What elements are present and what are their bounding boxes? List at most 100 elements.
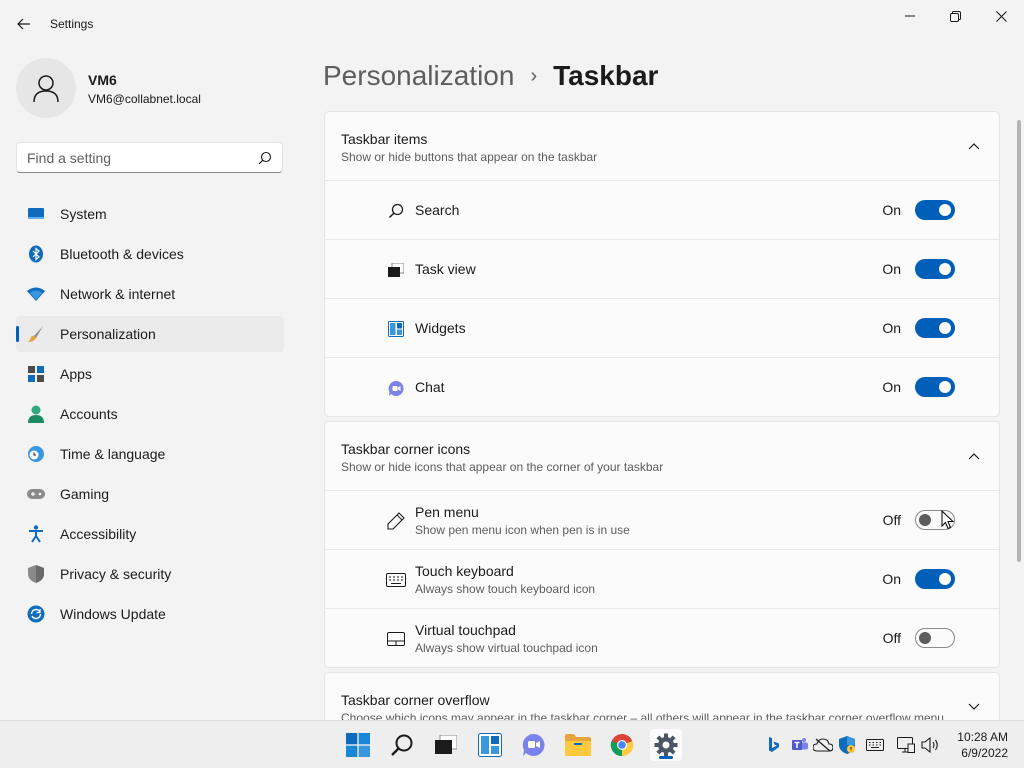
section-subtitle: Show or hide buttons that appear on the … — [341, 150, 598, 164]
user-icon — [33, 75, 59, 103]
corner-overflow-section: Taskbar corner overflow Choose which ico… — [324, 672, 1000, 720]
scrollbar[interactable] — [1017, 120, 1021, 562]
setting-description: Show pen menu icon when pen is in use — [415, 522, 630, 537]
toggle-state: On — [882, 202, 901, 218]
gaming-icon — [27, 485, 45, 503]
search-toggle[interactable] — [915, 200, 955, 220]
bluetooth-icon — [27, 245, 45, 263]
chrome-icon — [610, 734, 634, 757]
toggle-knob — [939, 263, 951, 275]
search-icon — [386, 201, 406, 221]
toggle-state: On — [882, 571, 901, 587]
setting-label: Task view — [415, 261, 476, 277]
taskbar-chat-button[interactable] — [518, 729, 550, 761]
mouse-cursor-icon — [941, 510, 955, 530]
toggle-state: On — [882, 261, 901, 277]
widgets-icon — [478, 733, 502, 757]
profile-name: VM6 — [88, 72, 117, 88]
setting-row-chat: Chat On — [325, 357, 999, 416]
taskbar-chrome-button[interactable] — [606, 729, 638, 761]
sidebar-item-accounts[interactable]: Accounts — [16, 396, 284, 432]
keyboard-icon[interactable] — [865, 735, 885, 755]
restore-icon — [949, 10, 961, 22]
sidebar-item-time-language[interactable]: Time & language — [16, 436, 284, 472]
taskbar-items-header[interactable]: Taskbar items Show or hide buttons that … — [325, 112, 999, 180]
taskbar-settings-button[interactable] — [650, 729, 682, 761]
breadcrumb-parent[interactable]: Personalization — [323, 60, 514, 92]
sidebar-item-personalization[interactable]: Personalization — [16, 316, 284, 352]
taskbar-file-explorer-button[interactable] — [562, 729, 594, 761]
section-title: Taskbar corner overflow — [341, 692, 490, 708]
setting-description: Always show virtual touchpad icon — [415, 640, 598, 655]
toggle-state: On — [882, 379, 901, 395]
widgets-toggle[interactable] — [915, 318, 955, 338]
taskbar-widgets-button[interactable] — [474, 729, 506, 761]
title-bar: Settings — [0, 0, 1024, 48]
search-input[interactable] — [17, 143, 247, 172]
setting-row-touch-keyboard: Touch keyboard Always show touch keyboar… — [325, 549, 999, 608]
sidebar-item-gaming[interactable]: Gaming — [16, 476, 284, 512]
virtual-touchpad-toggle[interactable] — [915, 628, 955, 648]
touch-keyboard-toggle[interactable] — [915, 569, 955, 589]
task-view-toggle[interactable] — [915, 259, 955, 279]
maximize-button[interactable] — [932, 0, 978, 32]
setting-label: Widgets — [415, 320, 466, 336]
setting-row-virtual-touchpad: Virtual touchpad Always show virtual tou… — [325, 608, 999, 667]
corner-icons-header[interactable]: Taskbar corner icons Show or hide icons … — [325, 422, 999, 490]
minimize-button[interactable] — [887, 0, 933, 32]
widgets-icon — [386, 319, 406, 339]
bing-icon[interactable] — [764, 735, 784, 755]
corner-overflow-header[interactable]: Taskbar corner overflow Choose which ico… — [325, 673, 999, 720]
start-button[interactable] — [342, 729, 374, 761]
network-icon[interactable] — [896, 735, 916, 755]
section-subtitle: Choose which icons may appear in the tas… — [341, 711, 944, 720]
taskbar-search-button[interactable] — [386, 729, 418, 761]
onedrive-offline-icon[interactable] — [813, 735, 833, 755]
chevron-down-icon[interactable] — [967, 700, 981, 714]
security-icon[interactable] — [837, 735, 857, 755]
sidebar-item-system[interactable]: System — [16, 196, 284, 232]
setting-row-widgets: Widgets On — [325, 298, 999, 357]
brush-icon — [27, 325, 45, 343]
clock[interactable]: 10:28 AM 6/9/2022 — [957, 729, 1008, 761]
volume-icon[interactable] — [921, 735, 941, 755]
close-button[interactable] — [978, 0, 1024, 32]
clock-time: 10:28 AM — [957, 730, 1008, 744]
chevron-up-icon[interactable] — [967, 449, 981, 463]
toggle-state: Off — [882, 630, 901, 646]
teams-icon[interactable] — [790, 735, 810, 755]
sidebar-item-apps[interactable]: Apps — [16, 356, 284, 392]
accessibility-icon — [27, 525, 45, 543]
chat-toggle[interactable] — [915, 377, 955, 397]
toggle-state: On — [882, 320, 901, 336]
touchpad-icon — [386, 629, 406, 649]
taskbar-task-view-button[interactable] — [430, 729, 462, 761]
avatar[interactable] — [16, 58, 76, 118]
file-explorer-icon — [565, 734, 591, 756]
sidebar-item-bluetooth[interactable]: Bluetooth & devices — [16, 236, 284, 272]
start-icon — [346, 733, 370, 757]
setting-row-pen-menu: Pen menu Show pen menu icon when pen is … — [325, 490, 999, 549]
task-view-icon — [435, 735, 457, 754]
setting-description: Always show touch keyboard icon — [415, 581, 596, 596]
apps-icon — [27, 365, 45, 383]
section-title: Taskbar corner icons — [341, 441, 471, 457]
clock-date: 6/9/2022 — [961, 746, 1008, 760]
section-title: Taskbar items — [341, 131, 428, 147]
sidebar-item-label: Time & language — [60, 446, 166, 462]
back-button[interactable] — [12, 12, 36, 36]
chat-icon — [386, 378, 406, 398]
task-view-icon — [386, 260, 406, 280]
chevron-up-icon[interactable] — [967, 139, 981, 153]
sidebar-item-windows-update[interactable]: Windows Update — [16, 596, 284, 632]
search-box[interactable] — [16, 142, 283, 173]
setting-label: Chat — [415, 379, 445, 395]
arrow-left-icon — [17, 18, 30, 30]
setting-label: Virtual touchpad — [415, 621, 516, 638]
wifi-icon — [27, 285, 45, 303]
time-language-icon — [27, 445, 45, 463]
setting-label: Touch keyboard — [415, 562, 514, 579]
sidebar-item-accessibility[interactable]: Accessibility — [16, 516, 284, 552]
sidebar-item-network[interactable]: Network & internet — [16, 276, 284, 312]
sidebar-item-privacy[interactable]: Privacy & security — [16, 556, 284, 592]
